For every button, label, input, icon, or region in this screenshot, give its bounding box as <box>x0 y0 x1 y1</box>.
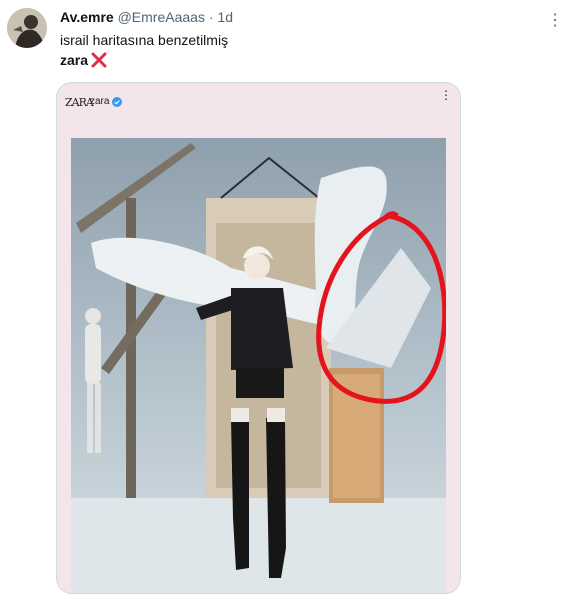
timestamp[interactable]: 1d <box>217 9 233 25</box>
avatar[interactable] <box>7 8 47 48</box>
tweet-media[interactable]: ZARA zara ⋮ <box>56 82 461 594</box>
display-name[interactable]: Av.emre <box>60 9 114 25</box>
fashion-photo <box>71 138 446 593</box>
embedded-account: zara <box>90 96 123 107</box>
cross-mark-icon <box>91 52 107 68</box>
more-options-icon[interactable]: ⋮ <box>547 10 564 30</box>
verified-badge-icon <box>112 96 123 107</box>
embedded-account-name: zara <box>90 96 110 107</box>
tweet-text-line1: israil haritasına benzetilmiş <box>60 32 229 48</box>
avatar-image <box>7 8 47 48</box>
zara-logo: ZARA <box>65 96 94 109</box>
embedded-post-header: ZARA zara ⋮ <box>57 83 460 121</box>
separator-dot: · <box>208 9 214 25</box>
embedded-more-icon: ⋮ <box>440 88 452 102</box>
tweet-text-word: zara <box>60 52 89 68</box>
user-handle[interactable]: @EmreAaaas <box>118 9 205 25</box>
tweet-text-line2: zara <box>60 51 107 69</box>
tweet-header: Av.emre @EmreAaaas · 1d <box>60 8 233 26</box>
